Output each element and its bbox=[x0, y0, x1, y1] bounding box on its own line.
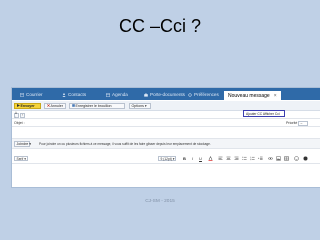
align-right-icon[interactable] bbox=[234, 156, 239, 162]
attachment-row: Joindre ▾ Pour joindre un ou plusieurs f… bbox=[12, 138, 320, 149]
tab-courrier[interactable]: Courrier bbox=[20, 90, 43, 99]
attach-label: Joindre ▾ bbox=[16, 141, 32, 146]
formatting-toolbar: Serif ▾ 9 (12pt) ▾ B I U bbox=[12, 154, 320, 164]
numbered-list-icon[interactable] bbox=[250, 156, 255, 162]
tab-contacts[interactable]: Contacts bbox=[62, 90, 86, 99]
link-icon[interactable] bbox=[268, 156, 273, 162]
tab-label: Courrier bbox=[26, 92, 43, 97]
save-draft-button[interactable]: Enregistrer le brouillon bbox=[69, 102, 125, 109]
image-icon[interactable] bbox=[276, 156, 281, 162]
tab-nouveau-message[interactable]: Nouveau message × bbox=[224, 91, 281, 100]
options-label: Options ▾ bbox=[131, 103, 147, 108]
priority-select[interactable]: – bbox=[298, 120, 308, 126]
tab-label: Nouveau message bbox=[228, 92, 270, 99]
font-size-select[interactable]: 9 (12pt) ▾ bbox=[158, 156, 176, 161]
webmail-screenshot: Courrier Contacts Agenda Porte-documents… bbox=[12, 88, 320, 187]
save-draft-label: Enregistrer le brouillon bbox=[75, 103, 112, 108]
preferences-icon bbox=[188, 92, 192, 97]
indent-icon[interactable] bbox=[258, 156, 263, 162]
briefcase-icon bbox=[144, 92, 148, 97]
tab-label: Agenda bbox=[112, 92, 128, 97]
cc-bcc-toggle[interactable]: Ajouter CC Afficher Cci bbox=[243, 110, 285, 117]
tab-label: Contacts bbox=[68, 92, 87, 97]
options-dropdown[interactable]: Options ▾ bbox=[129, 102, 151, 109]
attach-button[interactable]: Joindre ▾ bbox=[14, 140, 32, 147]
mail-icon bbox=[20, 92, 24, 97]
close-icon[interactable]: × bbox=[274, 93, 277, 99]
cancel-label: Annuler bbox=[50, 103, 63, 108]
send-icon bbox=[16, 104, 20, 107]
save-icon bbox=[71, 104, 75, 107]
table-icon[interactable] bbox=[284, 156, 289, 162]
slide-footer: CJ-SM - 2015 bbox=[145, 199, 175, 204]
tab-preferences[interactable]: Préférences bbox=[188, 90, 219, 99]
subject-row: Objet : Priorité : – bbox=[12, 119, 320, 127]
align-left-icon[interactable] bbox=[218, 156, 223, 162]
slide-title: CC –Cci ? bbox=[118, 16, 202, 36]
bullet-list-icon[interactable] bbox=[242, 156, 247, 162]
align-center-icon[interactable] bbox=[226, 156, 231, 162]
calendar-icon bbox=[106, 92, 110, 97]
cc-bcc-label: Ajouter CC Afficher Cci bbox=[246, 111, 280, 116]
send-button[interactable]: Envoyer bbox=[14, 102, 41, 109]
attach-hint: Pour joindre un ou plusieurs fichiers à … bbox=[39, 141, 211, 146]
spellcheck-icon[interactable] bbox=[303, 156, 308, 162]
bold-button[interactable]: B bbox=[182, 156, 187, 161]
text-color-icon[interactable] bbox=[208, 155, 213, 162]
italic-button[interactable]: I bbox=[190, 156, 195, 161]
tab-label: Porte-documents bbox=[150, 92, 185, 97]
tab-agenda[interactable]: Agenda bbox=[106, 90, 128, 99]
cancel-button[interactable]: Annuler bbox=[44, 102, 66, 109]
tab-label: Préférences bbox=[194, 92, 219, 97]
contacts-icon bbox=[62, 92, 66, 97]
to-address-button[interactable]: À : bbox=[14, 111, 19, 119]
close-icon bbox=[46, 104, 50, 107]
send-label: Envoyer bbox=[20, 103, 35, 108]
subject-label: Objet : bbox=[14, 121, 25, 125]
underline-button[interactable]: U bbox=[198, 156, 203, 161]
app-tab-bar: Courrier Contacts Agenda Porte-documents… bbox=[12, 88, 320, 100]
emoticon-icon[interactable] bbox=[294, 156, 299, 162]
tab-porte-documents[interactable]: Porte-documents bbox=[144, 90, 185, 99]
font-family-select[interactable]: Serif ▾ bbox=[14, 156, 28, 161]
priority-flag-button[interactable]: ! bbox=[20, 112, 25, 118]
